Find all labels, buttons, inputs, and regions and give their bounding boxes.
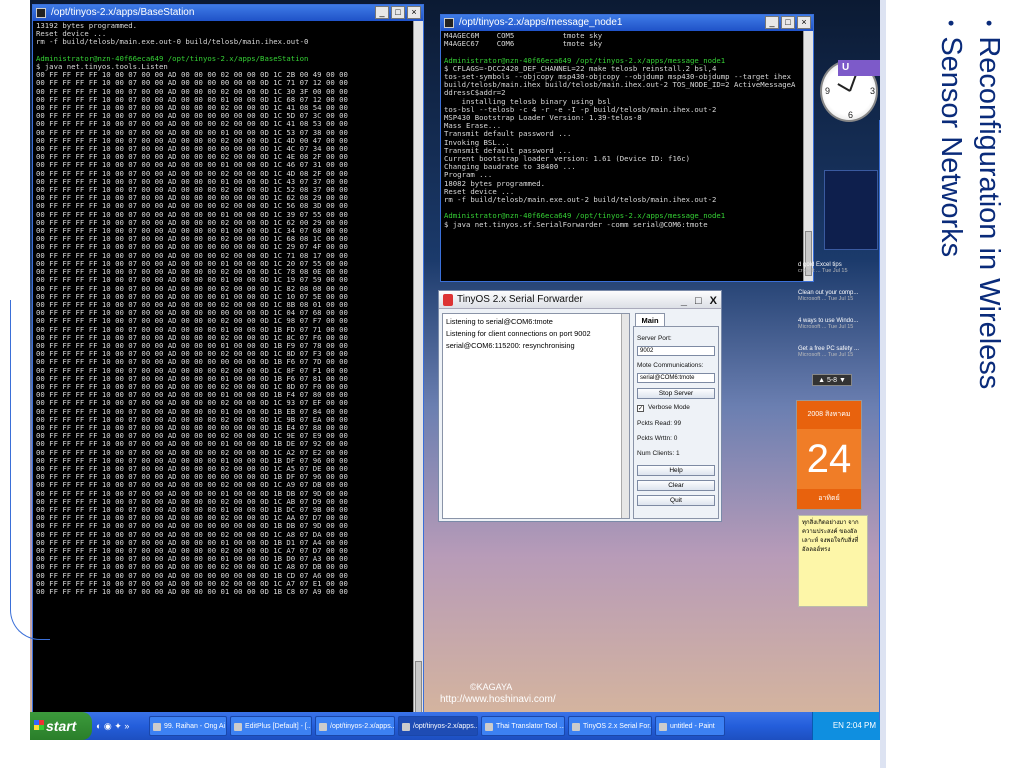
tab-main[interactable]: Main <box>635 313 665 327</box>
verbose-mode-label: Verbose Mode <box>648 404 690 411</box>
pckts-written: Pckts Wrttn: 0 <box>637 435 678 442</box>
quit-button[interactable]: Quit <box>637 495 715 506</box>
taskbar-item[interactable]: EditPlus [Default] - [... <box>230 716 312 736</box>
mote-comm-label: Mote Communications: <box>637 362 704 369</box>
window-titlebar[interactable]: /opt/tinyos-2.x/apps/BaseStation _ □ × <box>33 5 423 21</box>
num-clients: Num Clients: 1 <box>637 450 680 457</box>
log-textarea[interactable]: Listening to serial@COM6:tmote Listening… <box>442 313 630 519</box>
maximize-button[interactable]: □ <box>391 6 405 19</box>
decor-curve <box>848 120 880 720</box>
control-panel: Main Server Port: 9002 Mote Communicatio… <box>633 313 719 519</box>
stop-server-button[interactable]: Stop Server <box>637 388 715 399</box>
java-icon <box>443 294 453 306</box>
help-button[interactable]: Help <box>637 465 715 476</box>
console-output: M4AGEC6M COM5 tmote sky M4AGEC67 COM6 tm… <box>444 31 796 229</box>
console-icon <box>444 18 454 28</box>
serial-forwarder-window[interactable]: TinyOS 2.x Serial Forwarder _ □ X Listen… <box>438 290 722 522</box>
slide-title: • Reconfiguration in Wireless • Sensor Net… <box>932 20 1008 389</box>
close-button[interactable]: × <box>407 6 421 19</box>
log-line: serial@COM6:115200: resynchronising <box>446 341 575 350</box>
console-icon <box>36 8 46 18</box>
title-line: • Sensor Networks <box>932 20 970 389</box>
close-button[interactable]: X <box>710 292 717 310</box>
minimize-button[interactable]: _ <box>375 6 389 19</box>
console-window-basestation[interactable]: /opt/tinyos-2.x/apps/BaseStation _ □ × 1… <box>32 4 424 734</box>
start-button[interactable]: start <box>30 712 92 740</box>
log-line: Listening to serial@COM6:tmote <box>446 317 553 326</box>
accent-tab: U <box>838 60 880 76</box>
taskbar: start ◐ ◉ ✦ » 99. Raihan - Ong Ai ... Ed… <box>30 712 880 740</box>
wallpaper-url: http://www.hoshinavi.com/ <box>440 694 556 705</box>
window-title: /opt/tinyos-2.x/apps/message_node1 <box>459 17 623 28</box>
console-output: 13192 bytes programmed. Reset device ...… <box>36 21 348 597</box>
taskbar-item[interactable]: /opt/tinyos-2.x/apps... <box>315 716 395 736</box>
mote-comm-input[interactable]: serial@COM6:tmote <box>637 373 715 383</box>
taskbar-item[interactable]: 99. Raihan - Ong Ai ... <box>149 716 227 736</box>
taskbar-item[interactable]: TinyOS 2.x Serial For... <box>568 716 652 736</box>
window-title: TinyOS 2.x Serial Forwarder <box>457 294 583 305</box>
prev-icon[interactable]: ▲ <box>818 377 827 384</box>
decor-curve <box>10 300 50 640</box>
bullet-icon: • <box>979 20 999 27</box>
bullet-icon: • <box>941 20 961 27</box>
taskbar-item[interactable]: /opt/tinyos-2.x/apps... <box>398 716 478 736</box>
taskbar-item[interactable]: untitled - Paint <box>655 716 725 736</box>
server-port-input[interactable]: 9002 <box>637 346 715 356</box>
log-line: Listening for client connections on port… <box>446 329 591 338</box>
desktop: /opt/tinyos-2.x/apps/BaseStation _ □ × 1… <box>30 0 880 740</box>
verbose-mode-checkbox[interactable]: ✓ <box>637 405 644 412</box>
taskbar-item[interactable]: Thai Translator Tool ... <box>481 716 565 736</box>
console-window-message-node[interactable]: /opt/tinyos-2.x/apps/message_node1 _ □ ×… <box>440 14 814 282</box>
vertical-scrollbar[interactable] <box>621 314 629 518</box>
slide: /opt/tinyos-2.x/apps/BaseStation _ □ × 1… <box>0 0 1024 768</box>
wallpaper-credit: ©KAGAYA <box>470 682 513 692</box>
server-port-label: Server Port: <box>637 335 672 342</box>
tray-clock: 2:04 PM <box>846 721 876 730</box>
next-icon[interactable]: ▼ <box>837 377 846 384</box>
window-titlebar[interactable]: /opt/tinyos-2.x/apps/message_node1 _ □ × <box>441 15 813 31</box>
minimize-button[interactable]: _ <box>681 292 687 310</box>
title-line: • Reconfiguration in Wireless <box>970 20 1008 389</box>
window-titlebar[interactable]: TinyOS 2.x Serial Forwarder _ □ X <box>439 291 721 309</box>
pckts-read: Pckts Read: 99 <box>637 420 682 427</box>
feed-nav[interactable]: ▲ 5-8 ▼ <box>812 374 852 386</box>
language-indicator[interactable]: EN <box>833 721 844 730</box>
vertical-scrollbar[interactable] <box>413 21 423 733</box>
clear-button[interactable]: Clear <box>637 480 715 491</box>
window-title: /opt/tinyos-2.x/apps/BaseStation <box>51 7 195 18</box>
quick-launch[interactable]: ◐ ◉ ✦ » <box>96 716 146 736</box>
maximize-button[interactable]: □ <box>695 292 702 310</box>
tab-panel: Server Port: 9002 Mote Communications: s… <box>633 326 719 519</box>
